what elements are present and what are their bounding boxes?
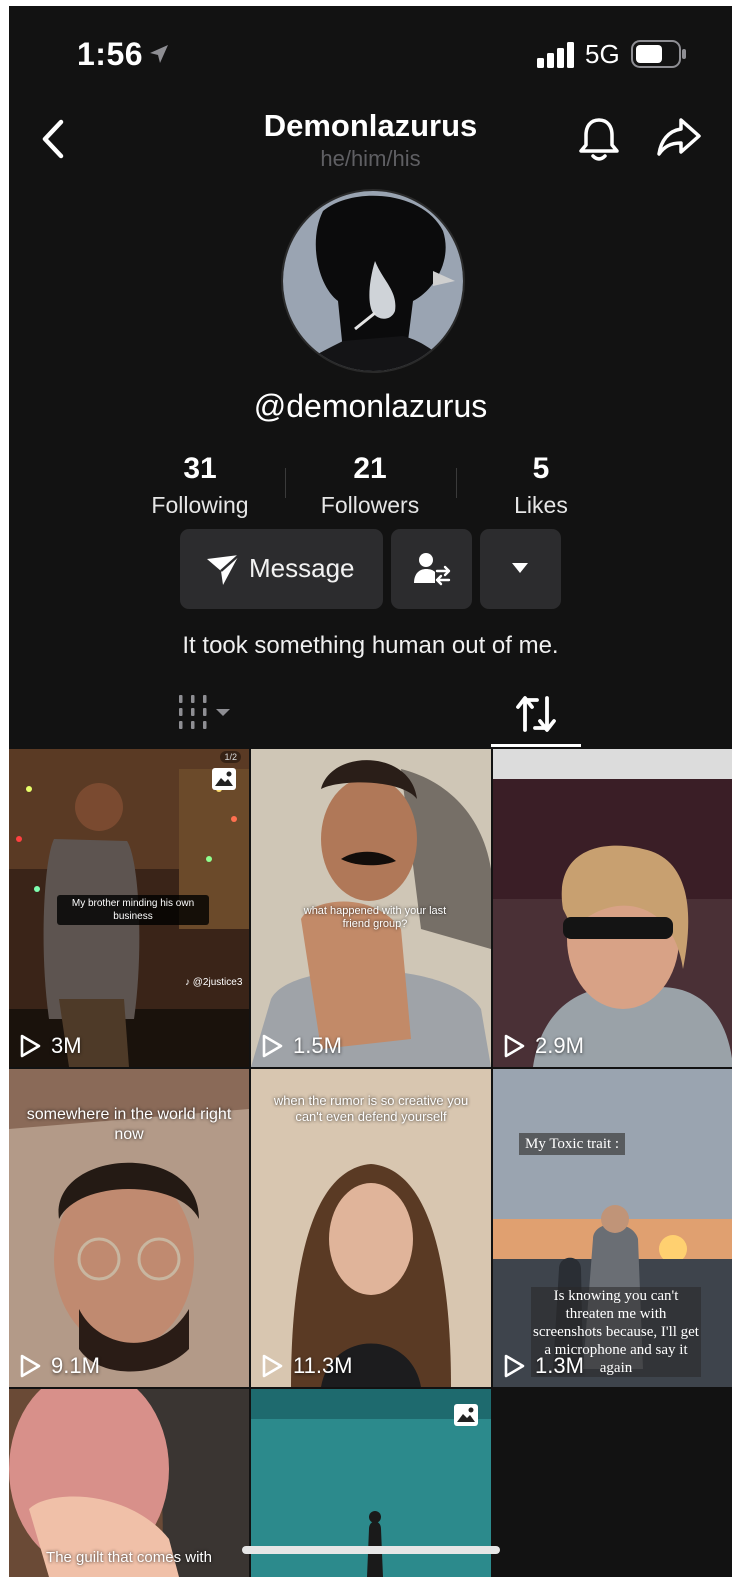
view-count: 1.5M: [261, 1033, 342, 1059]
view-count-value: 3M: [51, 1033, 82, 1058]
followers-count[interactable]: 21: [300, 452, 440, 486]
photo-page-indicator: 1/2: [220, 751, 241, 763]
cellular-signal-icon: [537, 42, 574, 68]
person-swap-icon: [414, 553, 451, 586]
video-thumbnail[interactable]: 1/2 My brother minding his own business …: [9, 749, 249, 1067]
username-handle: @demonlazurus: [253, 388, 488, 424]
thumbnail-caption-top: My Toxic trait :: [519, 1133, 626, 1155]
following-count[interactable]: 31: [130, 452, 270, 486]
tab-reposts[interactable]: [491, 686, 581, 746]
thumbnail-caption: somewhere in the world right now: [26, 1106, 232, 1143]
stats-divider: [456, 468, 457, 498]
videos-grid-icon: [179, 695, 230, 729]
view-count: 1.3M: [503, 1353, 584, 1379]
caret-down-icon: [512, 563, 528, 573]
avatar-image: [283, 191, 463, 371]
video-thumbnail[interactable]: The guilt that comes with: [9, 1389, 249, 1577]
photo-carousel-icon: [454, 1404, 478, 1426]
video-thumbnail[interactable]: what happened with your last friend grou…: [251, 749, 491, 1067]
play-icon: [262, 1034, 283, 1058]
play-icon: [504, 1354, 525, 1378]
profile-name-title: Demonlazurus: [263, 108, 478, 143]
view-count: 11.3M: [261, 1353, 353, 1379]
thumbnail-caption: The guilt that comes with: [46, 1549, 212, 1566]
follow-back-button[interactable]: [391, 529, 472, 609]
message-button[interactable]: Message: [180, 529, 383, 609]
thumbnail-image: [493, 749, 732, 1067]
bell-icon[interactable]: [577, 114, 621, 164]
view-count: 2.9M: [503, 1033, 584, 1059]
more-options-dropdown[interactable]: [480, 529, 561, 609]
network-type: 5G: [585, 39, 620, 69]
view-count-value: 9.1M: [51, 1353, 100, 1378]
view-count-value: 11.3M: [293, 1353, 353, 1378]
location-arrow-icon: [150, 45, 168, 63]
video-thumbnail[interactable]: 2.9M: [493, 749, 732, 1067]
likes-count: 5: [532, 452, 550, 485]
tab-videos[interactable]: [169, 686, 239, 746]
view-count: 9.1M: [19, 1353, 100, 1379]
view-count-value: 2.9M: [535, 1033, 584, 1058]
home-indicator[interactable]: [242, 1546, 500, 1554]
video-thumbnail[interactable]: My Toxic trait : Is knowing you can't th…: [493, 1069, 732, 1387]
battery-icon: [631, 40, 686, 68]
stats-divider: [285, 468, 286, 498]
phone-screen: 1:56 5G Demonlazurus he/him/his @demonla…: [9, 6, 732, 1577]
thumbnail-caption: what happened with your last friend grou…: [303, 905, 447, 930]
play-icon: [504, 1034, 525, 1058]
profile-bio: It took something human out of me.: [182, 632, 559, 659]
thumbnail-caption: My brother minding his own business: [57, 895, 209, 925]
repost-icon: [516, 696, 556, 732]
thumbnail-caption: when the rumor is so creative you can't …: [273, 1093, 469, 1124]
play-icon: [20, 1034, 41, 1058]
status-time: 1:56: [77, 36, 144, 72]
likes-label: Likes: [514, 492, 568, 518]
video-thumbnail[interactable]: somewhere in the world right now 9.1M: [9, 1069, 249, 1387]
back-chevron-icon[interactable]: [35, 114, 71, 164]
avatar[interactable]: [281, 189, 465, 373]
photo-carousel-icon: [212, 768, 236, 790]
view-count: 3M: [19, 1033, 82, 1059]
play-icon: [20, 1354, 41, 1378]
view-count-value: 1.3M: [535, 1353, 584, 1378]
share-arrow-icon[interactable]: [655, 114, 703, 160]
view-count-value: 1.5M: [293, 1033, 342, 1058]
play-icon: [262, 1354, 283, 1378]
active-tab-indicator: [491, 744, 581, 747]
video-thumbnail[interactable]: when the rumor is so creative you can't …: [251, 1069, 491, 1387]
creator-watermark: ♪ @2justice3: [185, 977, 243, 988]
pronouns: he/him/his: [320, 146, 421, 171]
message-button-label: Message: [249, 553, 355, 583]
followers-label[interactable]: Followers: [300, 492, 440, 519]
send-plane-icon: [207, 554, 240, 585]
following-label[interactable]: Following: [130, 492, 270, 519]
